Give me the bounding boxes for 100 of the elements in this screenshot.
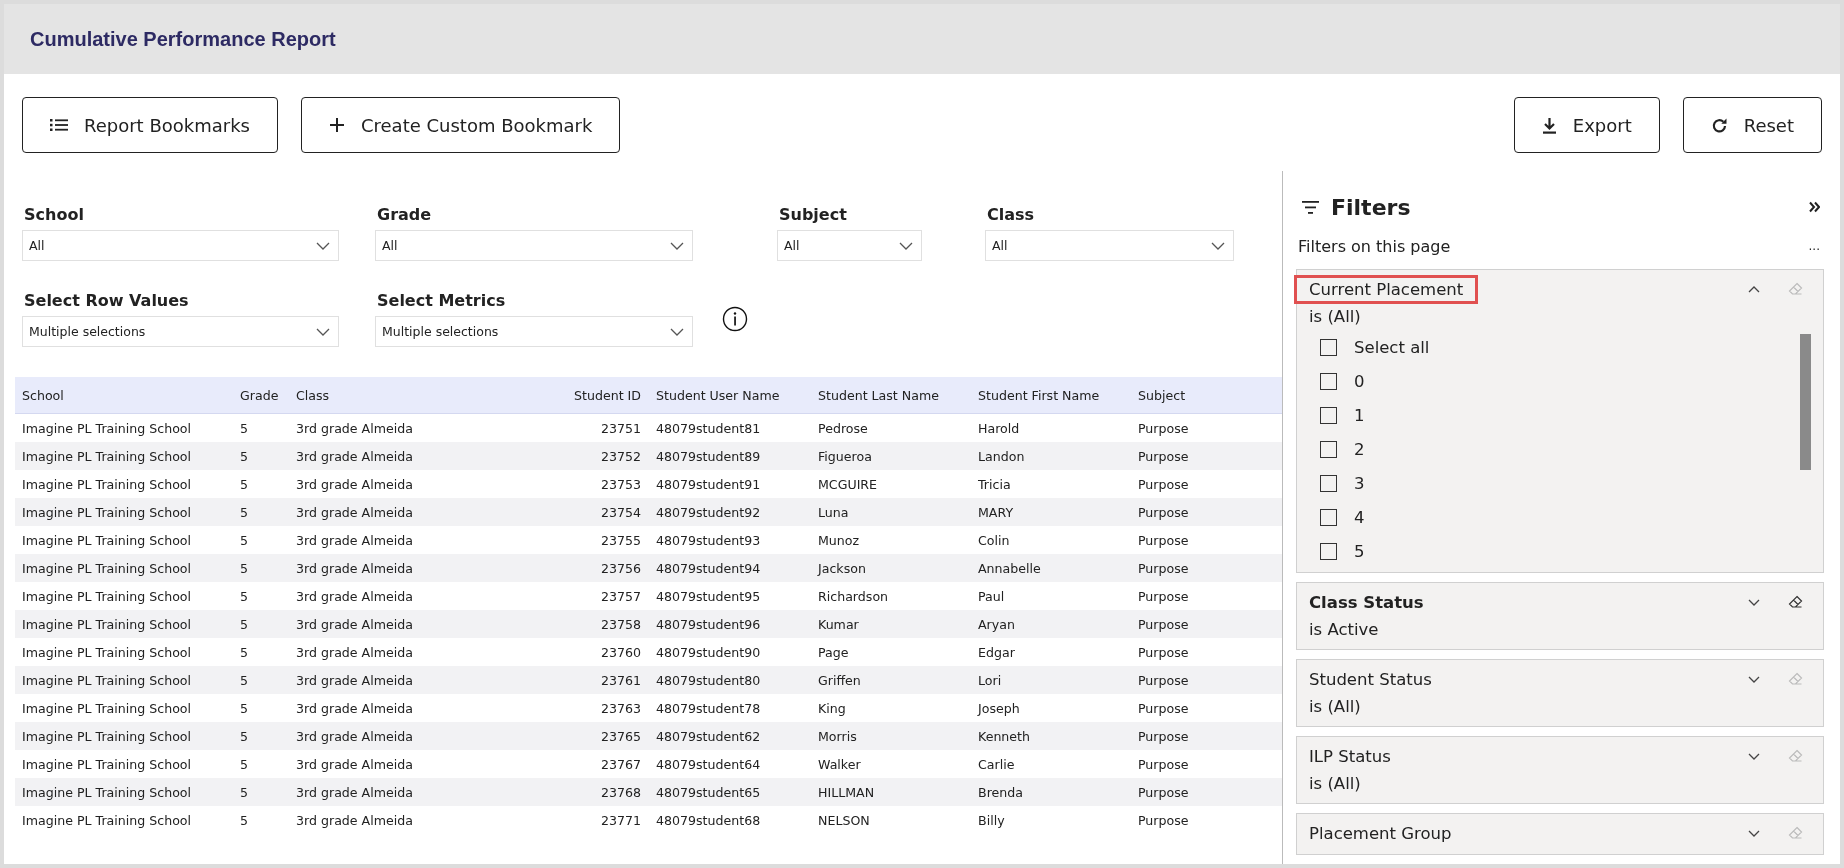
download-icon bbox=[1541, 116, 1557, 134]
table-cell-text: 48079student92 bbox=[655, 504, 762, 520]
table-cell-text: 23751 bbox=[599, 420, 642, 436]
checkbox[interactable] bbox=[1320, 474, 1337, 492]
table-cell-text: Walker bbox=[817, 756, 862, 772]
table-cell-text: Joseph bbox=[976, 700, 1021, 716]
table-cell-text: 3rd grade Almeida bbox=[295, 532, 414, 548]
filter-card[interactable]: Placement Group bbox=[1296, 813, 1824, 855]
table-cell-text: Imagine PL Training School bbox=[21, 616, 193, 632]
table-cell-text: Imagine PL Training School bbox=[21, 644, 193, 660]
scrollbar[interactable] bbox=[1800, 334, 1811, 470]
checkbox[interactable] bbox=[1320, 406, 1337, 424]
table-cell-text: Morris bbox=[817, 728, 858, 744]
table-cell-text: Purpose bbox=[1137, 784, 1190, 800]
column-header[interactable]: Subject bbox=[1131, 387, 1207, 403]
table-cell-text: 23765 bbox=[599, 728, 642, 744]
chevron-up-icon[interactable] bbox=[1748, 285, 1760, 293]
refresh-icon bbox=[1710, 116, 1728, 134]
chevron-down-icon[interactable] bbox=[1748, 598, 1760, 606]
table-cell-text: 3rd grade Almeida bbox=[295, 644, 414, 660]
chevron-down-icon bbox=[316, 241, 330, 250]
info-icon[interactable] bbox=[722, 306, 748, 332]
filter-card[interactable]: ILP Status is (All) bbox=[1296, 736, 1824, 804]
table-cell-text: 3rd grade Almeida bbox=[295, 812, 414, 828]
column-header[interactable]: Class bbox=[289, 387, 559, 403]
filter-card[interactable]: Class Status is Active bbox=[1296, 582, 1824, 650]
table-cell-text: Richardson bbox=[817, 588, 890, 604]
checkbox[interactable] bbox=[1320, 508, 1337, 526]
table-cell-text: 3rd grade Almeida bbox=[295, 700, 414, 716]
table-cell-text: 5 bbox=[239, 728, 249, 744]
table-cell-text: Imagine PL Training School bbox=[21, 700, 193, 716]
table-cell-text: NELSON bbox=[817, 812, 871, 828]
column-header[interactable]: Grade bbox=[233, 387, 289, 403]
table-cell-text: Purpose bbox=[1137, 504, 1190, 520]
chevron-down-icon[interactable] bbox=[1748, 675, 1760, 683]
table-cell-text: Lori bbox=[977, 672, 1003, 688]
column-header[interactable]: Student ID bbox=[559, 387, 649, 403]
table-cell-text: 48079student91 bbox=[655, 476, 762, 492]
table-cell-text: 3rd grade Almeida bbox=[295, 588, 414, 604]
toolbar-button[interactable]: Export bbox=[1513, 97, 1660, 153]
table-cell-text: 48079student93 bbox=[655, 532, 762, 548]
table-cell-text: Tricia bbox=[977, 476, 1012, 492]
table-cell-text: 5 bbox=[239, 504, 249, 520]
table-cell-text: 23754 bbox=[599, 504, 642, 520]
dropdown[interactable]: All bbox=[375, 230, 693, 261]
checkbox[interactable] bbox=[1320, 542, 1337, 560]
section-label: Filters on this page bbox=[1298, 236, 1451, 256]
table-cell-text: 3rd grade Almeida bbox=[295, 616, 414, 632]
checkbox-option[interactable]: 1 bbox=[1320, 398, 1800, 432]
filter-card[interactable]: Student Status is (All) bbox=[1296, 659, 1824, 727]
chevron-down-icon[interactable] bbox=[1748, 752, 1760, 760]
table-cell-text: Imagine PL Training School bbox=[21, 784, 193, 800]
eraser-icon[interactable] bbox=[1788, 594, 1803, 610]
filter-icon bbox=[1302, 200, 1319, 214]
chevron-down-icon bbox=[1211, 241, 1225, 250]
dropdown[interactable]: Multiple selections bbox=[22, 316, 339, 347]
table-cell-text: Purpose bbox=[1137, 588, 1190, 604]
checkbox-option[interactable]: 3 bbox=[1320, 466, 1800, 500]
table-cell-text: MCGUIRE bbox=[817, 476, 879, 492]
toolbar-button[interactable]: Report Bookmarks bbox=[22, 97, 278, 153]
table-cell-text: Purpose bbox=[1137, 476, 1190, 492]
dropdown[interactable]: All bbox=[22, 230, 339, 261]
checkbox-option[interactable]: Select all bbox=[1320, 330, 1800, 364]
table-cell-text: MARY bbox=[977, 504, 1015, 520]
column-header[interactable]: Student Last Name bbox=[811, 387, 971, 403]
double-chevron-icon[interactable] bbox=[1809, 201, 1820, 213]
column-header[interactable]: Student First Name bbox=[971, 387, 1131, 403]
table-cell-text: 48079student96 bbox=[655, 616, 762, 632]
pane-title: Filters bbox=[1331, 194, 1412, 220]
checkbox-option[interactable]: 5 bbox=[1320, 534, 1800, 566]
table-cell-text: 5 bbox=[239, 420, 249, 436]
table-cell-text: 3rd grade Almeida bbox=[295, 784, 414, 800]
table-cell-text: 48079student94 bbox=[655, 560, 762, 576]
more-options[interactable]: ... bbox=[1808, 239, 1820, 253]
checkbox-option[interactable]: 0 bbox=[1320, 364, 1800, 398]
filter-title: Placement Group bbox=[1309, 823, 1453, 843]
option-label: 3 bbox=[1354, 473, 1365, 493]
toolbar-button[interactable]: Reset bbox=[1682, 97, 1822, 153]
checkbox-option[interactable]: 4 bbox=[1320, 500, 1800, 534]
filter-card[interactable]: Current Placement is (All) Select all 0 1 2 3 4 5 bbox=[1296, 269, 1824, 573]
checkbox[interactable] bbox=[1320, 338, 1337, 356]
table-cell-text: Imagine PL Training School bbox=[21, 756, 193, 772]
checkbox[interactable] bbox=[1320, 440, 1337, 458]
dropdown[interactable]: Multiple selections bbox=[375, 316, 693, 347]
table-cell-text: 5 bbox=[239, 476, 249, 492]
dropdown[interactable]: All bbox=[777, 230, 922, 261]
table-cell-text: Jackson bbox=[816, 560, 867, 576]
dropdown[interactable]: All bbox=[985, 230, 1234, 261]
table-cell-text: 5 bbox=[239, 532, 249, 548]
slicer-label: Select Metrics bbox=[376, 291, 507, 310]
chevron-down-icon[interactable] bbox=[1748, 829, 1760, 837]
slicer-label: School bbox=[23, 205, 85, 224]
table-cell-text: 23755 bbox=[599, 532, 642, 548]
checkbox[interactable] bbox=[1320, 372, 1337, 390]
table-cell-text: 3rd grade Almeida bbox=[295, 504, 414, 520]
column-header[interactable]: School bbox=[15, 387, 233, 403]
toolbar-button[interactable]: Create Custom Bookmark bbox=[300, 97, 621, 153]
table-cell-text: 48079student62 bbox=[655, 728, 762, 744]
column-header[interactable]: Student User Name bbox=[649, 387, 811, 403]
checkbox-option[interactable]: 2 bbox=[1320, 432, 1800, 466]
